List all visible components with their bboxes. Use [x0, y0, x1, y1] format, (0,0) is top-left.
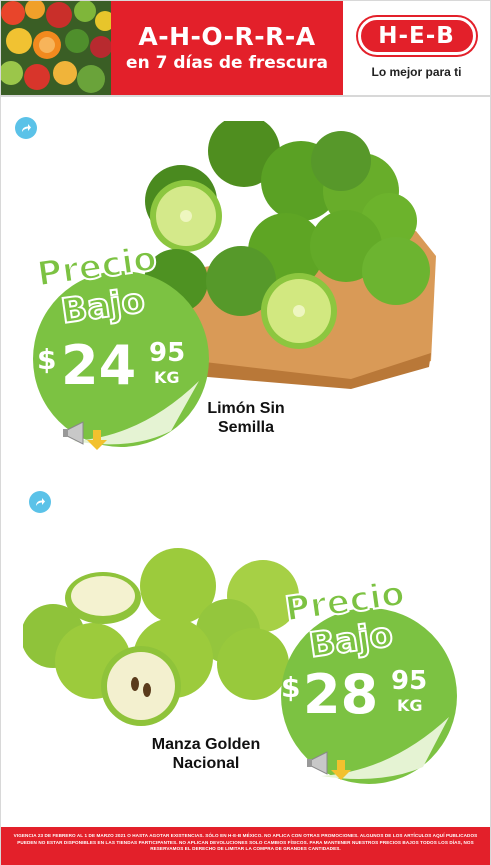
price-unit: KG [154, 368, 180, 387]
price-badge-2: Precio Bajo $ 28 95 KG [273, 571, 473, 786]
product-name-line1: Limón Sin [207, 400, 285, 417]
price-badge-1: Precio Bajo $ 24 95 KG [21, 238, 211, 456]
price-decimal: 95 [149, 338, 185, 368]
share-button[interactable] [29, 491, 51, 513]
legal-text: VIGENCIA 23 DE FEBRERO AL 1 DE MARZO 202… [13, 833, 478, 852]
product-name-line1: Manza Golden [151, 736, 261, 753]
share-icon [22, 124, 31, 132]
price-decimal: 95 [391, 666, 427, 696]
arrow-down-icon [331, 760, 351, 780]
banner-title: A-H-O-R-R-A [138, 21, 316, 51]
apples-image [21, 546, 313, 736]
promo-icons-2 [307, 746, 357, 786]
price-integer: 28 [303, 663, 378, 726]
price-unit: KG [397, 696, 423, 715]
product-name-line2: Nacional [172, 755, 240, 773]
megaphone-icon [63, 421, 84, 445]
price-currency: $ [37, 343, 56, 376]
promo-icons-1 [63, 416, 113, 456]
logo-text: H-E-B [378, 23, 455, 49]
product-name-line2: Semilla [217, 419, 275, 437]
header: A-H-O-R-R-A en 7 días de frescura H-E-B … [1, 1, 490, 97]
share-icon [36, 498, 45, 506]
product-name-1: Limón Sin Semilla [191, 399, 301, 437]
product-name-2: Manza Golden Nacional [141, 735, 271, 773]
megaphone-icon [307, 751, 328, 775]
price-integer: 24 [61, 334, 136, 397]
legal-footer: VIGENCIA 23 DE FEBRERO AL 1 DE MARZO 202… [1, 827, 490, 865]
flyer-page: A-H-O-R-R-A en 7 días de frescura H-E-B … [0, 0, 491, 865]
arrow-down-icon [87, 430, 107, 450]
brand-block: H-E-B Lo mejor para ti [343, 1, 490, 95]
savings-banner: A-H-O-R-R-A en 7 días de frescura [111, 1, 343, 95]
produce-image [1, 1, 111, 95]
banner-subtitle: en 7 días de frescura [126, 52, 328, 73]
heb-logo[interactable]: H-E-B [357, 17, 476, 55]
price-currency: $ [281, 671, 300, 704]
share-button[interactable] [15, 117, 37, 139]
tagline: Lo mejor para ti [371, 65, 462, 79]
